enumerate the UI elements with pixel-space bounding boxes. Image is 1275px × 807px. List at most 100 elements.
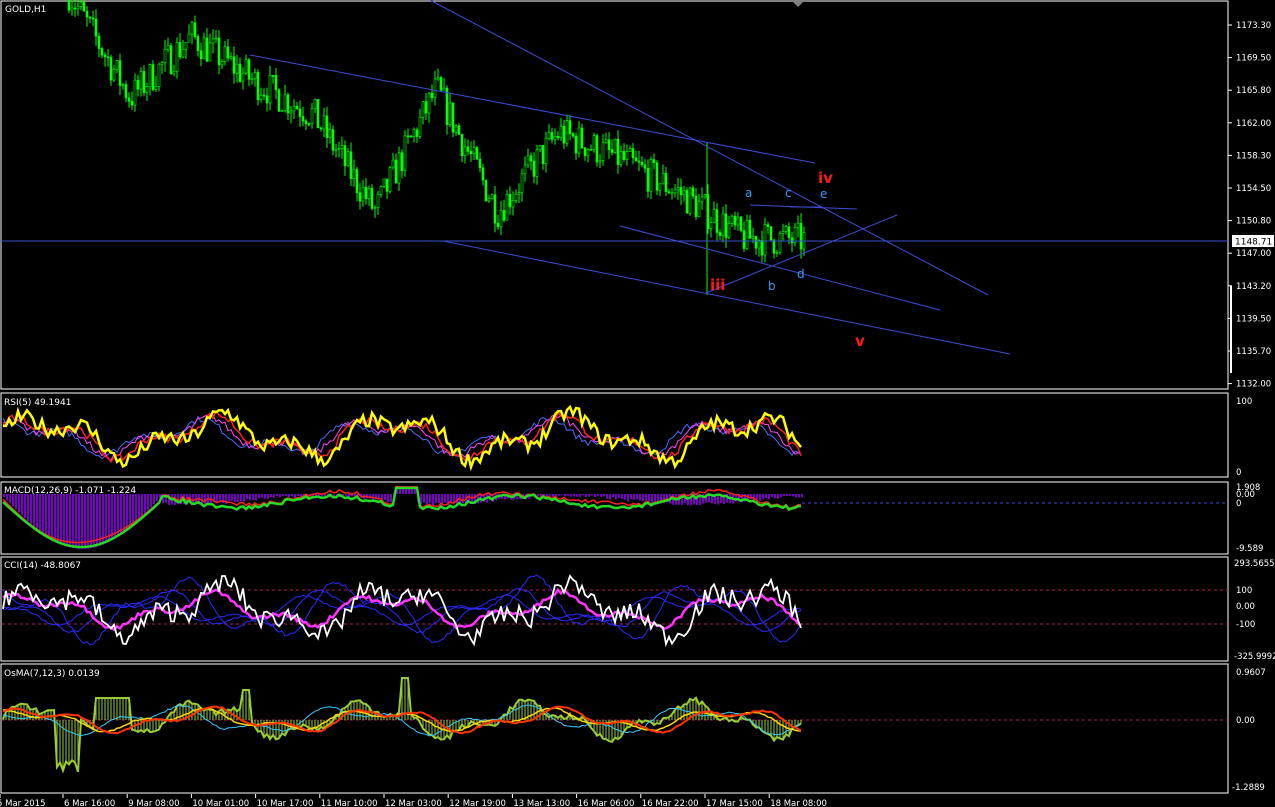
macd-bar bbox=[552, 494, 554, 497]
candle-body bbox=[406, 135, 410, 138]
candle-body bbox=[169, 45, 173, 75]
candle-body bbox=[346, 151, 350, 167]
candle-body bbox=[613, 138, 617, 153]
macd-bar bbox=[138, 494, 140, 520]
candle-body bbox=[394, 159, 398, 184]
candle-body bbox=[301, 116, 305, 122]
main-panel-frame bbox=[0, 0, 1229, 390]
macd-bar bbox=[639, 494, 641, 501]
candle-body bbox=[598, 160, 602, 163]
candle-body bbox=[298, 108, 302, 117]
macd-bar bbox=[90, 494, 92, 549]
candle-body bbox=[604, 139, 608, 143]
candle-body bbox=[280, 110, 284, 112]
macd-bar bbox=[228, 494, 230, 502]
candle-body bbox=[361, 186, 365, 202]
candle-body bbox=[790, 237, 794, 244]
candle-body bbox=[793, 227, 797, 244]
wave-label-e: e bbox=[820, 187, 827, 201]
macd-tick-min: -9.589 bbox=[1236, 544, 1263, 554]
price-scale-handle[interactable] bbox=[1230, 286, 1232, 373]
macd-bar bbox=[297, 494, 299, 496]
wave-label-b: b bbox=[768, 279, 776, 293]
macd-bar bbox=[279, 494, 281, 498]
macd-bar bbox=[255, 494, 257, 501]
macd-bar bbox=[243, 494, 245, 502]
macd-bar bbox=[54, 494, 56, 542]
macd-bar bbox=[423, 494, 425, 503]
macd-bar bbox=[270, 494, 272, 498]
candle-body bbox=[268, 75, 272, 104]
candle-body bbox=[628, 148, 632, 152]
candle-body bbox=[142, 71, 146, 93]
macd-bar bbox=[231, 494, 233, 502]
candle-body bbox=[172, 70, 176, 75]
candle-body bbox=[397, 152, 401, 184]
candle-body bbox=[502, 210, 506, 221]
candle-body bbox=[379, 186, 383, 195]
wave-label-a: a bbox=[745, 186, 752, 200]
macd-bar bbox=[39, 494, 41, 532]
candle-body bbox=[148, 64, 152, 88]
candle-body bbox=[412, 129, 416, 137]
candle-body bbox=[325, 115, 329, 138]
candle-body bbox=[799, 222, 803, 250]
candle-body bbox=[772, 239, 776, 254]
time-tick-label: 18 Mar 08:00 bbox=[770, 799, 827, 807]
candle-body bbox=[727, 223, 731, 238]
macd-bar bbox=[630, 494, 632, 500]
macd-bar bbox=[84, 494, 86, 549]
macd-bar bbox=[621, 494, 623, 499]
macd-panel-frame bbox=[0, 481, 1229, 555]
macd-bar bbox=[150, 494, 152, 508]
macd-bar bbox=[282, 494, 284, 496]
time-tick-label: 10 Mar 01:00 bbox=[192, 799, 249, 807]
cci-tick-0: 0.00 bbox=[1236, 602, 1255, 612]
candle-body bbox=[616, 138, 620, 165]
candle-body bbox=[487, 198, 491, 202]
macd-bar bbox=[15, 494, 17, 510]
candle-body bbox=[319, 127, 323, 130]
macd-bar bbox=[771, 494, 773, 498]
chart-window: GOLD,H1 1148.71 1173.30 1169.50 1165.80 116… bbox=[0, 0, 1275, 807]
candle-body bbox=[568, 120, 572, 135]
rsi-tick-0: 0 bbox=[1236, 468, 1241, 478]
candle-body bbox=[685, 189, 689, 214]
candle-body bbox=[712, 209, 716, 223]
candle-body bbox=[442, 87, 446, 91]
candle-body bbox=[115, 60, 119, 70]
macd-bar bbox=[117, 494, 119, 537]
candle-body bbox=[766, 224, 770, 227]
macd-bar bbox=[264, 494, 266, 499]
macd-bar bbox=[141, 494, 143, 517]
candle-body bbox=[733, 215, 737, 226]
candle-body bbox=[625, 151, 629, 160]
candle-body bbox=[295, 106, 299, 110]
candle-body bbox=[418, 116, 422, 137]
candle-body bbox=[67, 0, 71, 11]
candle-body bbox=[292, 106, 296, 112]
macd-bar bbox=[603, 494, 605, 497]
candle-body bbox=[547, 132, 551, 139]
candle-body bbox=[478, 158, 482, 169]
candle-body bbox=[655, 162, 659, 191]
wave-label-c: c bbox=[785, 186, 792, 200]
candle-body bbox=[430, 92, 434, 99]
macd-bar bbox=[108, 494, 110, 542]
macd-bar bbox=[780, 494, 782, 498]
candle-body bbox=[229, 56, 233, 59]
candle-body bbox=[109, 57, 113, 81]
macd-bar bbox=[774, 494, 776, 499]
candle-body bbox=[250, 78, 254, 81]
macd-bar bbox=[648, 494, 650, 501]
candle-body bbox=[589, 148, 593, 151]
macd-bar bbox=[72, 494, 74, 549]
macd-bar bbox=[21, 494, 23, 516]
macd-bar bbox=[612, 494, 614, 498]
candle-body bbox=[154, 86, 158, 90]
candle-body bbox=[436, 77, 440, 80]
time-tick-label: 12 Mar 19:00 bbox=[449, 799, 506, 807]
macd-bar bbox=[33, 494, 35, 527]
candle-body bbox=[388, 167, 392, 192]
candle-body bbox=[691, 187, 695, 197]
